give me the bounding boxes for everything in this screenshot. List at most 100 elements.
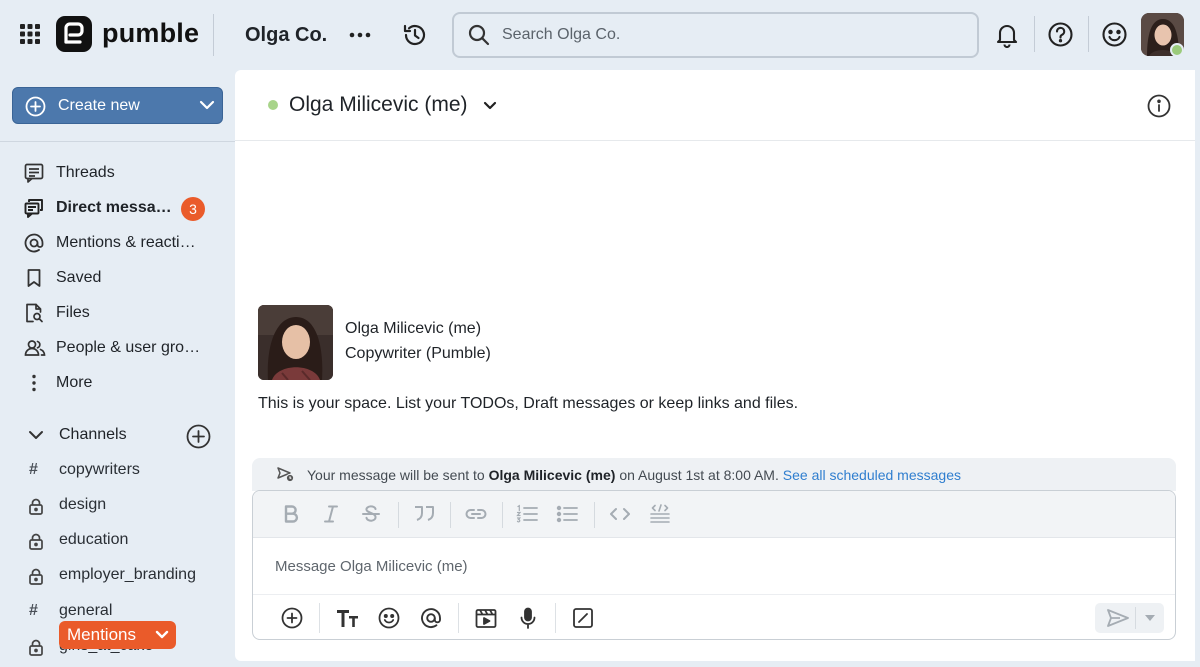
status-smiley-icon[interactable]: [1101, 21, 1128, 48]
notifications-bell-icon[interactable]: [995, 22, 1019, 48]
channel-name: education: [59, 531, 129, 548]
divider: [1088, 16, 1089, 52]
lock-icon: [28, 498, 44, 515]
create-new-button[interactable]: Create new: [12, 87, 223, 124]
file-search-icon: [24, 303, 44, 323]
conversation-title[interactable]: Olga Milicevic (me): [289, 93, 468, 117]
send-button[interactable]: [1095, 603, 1164, 633]
scheduled-send-icon: [277, 467, 295, 483]
text-format-icon[interactable]: [336, 607, 360, 629]
video-clip-icon[interactable]: [475, 607, 497, 629]
channel-item[interactable]: # copywriters: [0, 455, 230, 487]
message-input[interactable]: [275, 555, 1135, 577]
sidebar-item-label: Threads: [56, 164, 115, 181]
logo-text: pumble: [102, 18, 200, 48]
code-block-icon[interactable]: [649, 504, 671, 526]
search-input[interactable]: [502, 23, 942, 47]
composer-actions: [253, 594, 1175, 639]
channel-name: general: [59, 602, 113, 619]
top-bar: pumble Olga Co.: [0, 0, 1200, 70]
conversation-panel: Olga Milicevic (me) Olga Milicevic (me) …: [235, 70, 1195, 661]
italic-icon[interactable]: [323, 504, 339, 524]
at-icon: [24, 233, 44, 253]
search-icon: [468, 24, 490, 46]
see-scheduled-messages-link[interactable]: See all scheduled messages: [783, 467, 961, 483]
bullet-list-icon[interactable]: [556, 504, 578, 524]
search-box[interactable]: [452, 12, 979, 58]
divider: [398, 502, 399, 528]
mentions-jump-button[interactable]: Mentions: [59, 621, 176, 649]
sidebar-item-people[interactable]: People & user groups: [0, 332, 230, 364]
divider: [1135, 607, 1136, 629]
threads-icon: [24, 163, 44, 183]
divider: [458, 603, 459, 633]
sidebar-item-files[interactable]: Files: [0, 297, 230, 329]
divider: [213, 14, 214, 56]
chevron-down-icon[interactable]: [28, 429, 44, 441]
scheduled-prefix: Your message will be sent to: [307, 467, 485, 483]
history-icon[interactable]: [402, 22, 428, 48]
numbered-list-icon[interactable]: [516, 504, 538, 524]
divider: [502, 502, 503, 528]
add-channel-icon[interactable]: [186, 424, 211, 449]
chevron-down-icon[interactable]: [483, 101, 497, 111]
apps-grid-icon[interactable]: [20, 24, 40, 44]
strikethrough-icon[interactable]: [361, 504, 381, 524]
mentions-label: Mentions: [67, 625, 136, 644]
more-horizontal-icon[interactable]: [348, 25, 372, 45]
divider: [0, 141, 235, 142]
profile-title: Copywriter (Pumble): [345, 345, 491, 362]
sidebar-item-direct-messages[interactable]: Direct messages 3: [0, 192, 230, 224]
info-icon[interactable]: [1147, 94, 1171, 118]
quote-icon[interactable]: [413, 504, 435, 524]
kebab-icon: [24, 373, 44, 393]
unread-count-badge: 3: [181, 197, 205, 221]
conversation-header: Olga Milicevic (me): [235, 70, 1195, 141]
presence-indicator: [1170, 43, 1184, 57]
channel-item[interactable]: education: [0, 525, 230, 557]
workspace-name[interactable]: Olga Co.: [245, 24, 327, 47]
sidebar-item-mentions[interactable]: Mentions & reactions: [0, 227, 230, 259]
profile-name: Olga Milicevic (me): [345, 320, 482, 337]
plus-circle-icon: [25, 96, 46, 117]
channel-name: copywriters: [59, 461, 140, 478]
channel-item[interactable]: employer_branding: [0, 560, 230, 592]
sidebar-item-label: More: [56, 374, 93, 391]
hash-icon: #: [29, 602, 38, 619]
schedule-caret-icon[interactable]: [1145, 615, 1155, 622]
lock-icon: [28, 639, 44, 656]
people-icon: [24, 338, 46, 358]
bold-icon[interactable]: [283, 504, 299, 524]
divider: [319, 603, 320, 633]
scheduled-message-notice: Your message will be sent to Olga Milice…: [252, 458, 1176, 491]
sidebar-item-label: Direct messages: [56, 199, 172, 216]
chevron-down-icon[interactable]: [199, 99, 215, 111]
send-icon: [1107, 609, 1129, 627]
link-icon[interactable]: [464, 504, 488, 524]
microphone-icon[interactable]: [517, 607, 539, 629]
sidebar-item-saved[interactable]: Saved: [0, 262, 230, 294]
profile-avatar[interactable]: [258, 305, 333, 380]
online-status-dot: [268, 100, 278, 110]
mention-at-icon[interactable]: [420, 607, 442, 629]
bookmark-icon: [24, 268, 44, 288]
emoji-icon[interactable]: [378, 607, 400, 629]
sidebar-item-threads[interactable]: Threads: [0, 157, 230, 189]
scheduled-recipient: Olga Milicevic (me): [488, 467, 616, 483]
code-icon[interactable]: [609, 504, 631, 524]
formatting-toolbar: [253, 491, 1175, 538]
divider: [555, 603, 556, 633]
channel-item[interactable]: design: [0, 490, 230, 522]
slash-command-icon[interactable]: [572, 607, 594, 629]
channels-section-header[interactable]: Channels: [0, 420, 230, 452]
attach-plus-icon[interactable]: [281, 607, 303, 629]
divider: [594, 502, 595, 528]
help-icon[interactable]: [1047, 21, 1074, 48]
lock-icon: [28, 533, 44, 550]
divider: [450, 502, 451, 528]
chevron-down-icon: [155, 630, 169, 640]
hash-icon: #: [29, 461, 38, 478]
conversation-intro-text: This is your space. List your TODOs, Dra…: [258, 395, 799, 412]
sidebar-item-more[interactable]: More: [0, 367, 230, 399]
channels-label: Channels: [59, 426, 127, 443]
